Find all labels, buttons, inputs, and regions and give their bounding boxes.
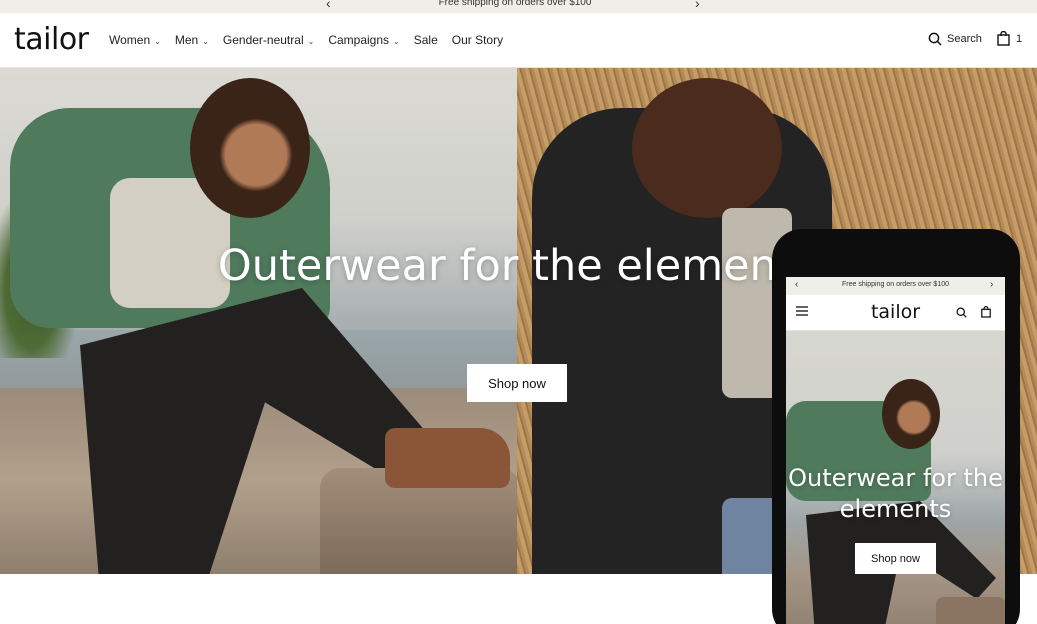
chevron-down-icon: ⌄ — [154, 36, 161, 46]
nav-label: Men — [174, 33, 199, 47]
mobile-announcement-text: Free shipping on orders over $100 — [841, 281, 949, 288]
search-label: Search — [947, 33, 982, 45]
mobile-hero-title: Outerwear for the elements — [788, 464, 1003, 523]
search-icon — [928, 32, 942, 46]
shop-now-button[interactable]: Shop now — [467, 364, 567, 402]
nav-label: Our Story — [451, 33, 504, 47]
logo[interactable]: tailor — [14, 22, 89, 57]
site-header: tailor Women ⌄ Men ⌄ Gender-neutral ⌄ Ca… — [0, 13, 1037, 68]
chevron-down-icon: ⌄ — [393, 36, 400, 46]
nav-item-gender-neutral[interactable]: Gender-neutral ⌄ — [223, 33, 314, 47]
mobile-announcement-bar: ‹ Free shipping on orders over $100 › — [786, 277, 1005, 295]
nav-label: Women — [109, 33, 151, 47]
phone-mockup: ‹ Free shipping on orders over $100 › ta… — [772, 229, 1020, 624]
chevron-right-icon[interactable]: › — [695, 0, 700, 10]
model-head-shape — [632, 78, 782, 218]
chevron-right-icon[interactable]: › — [990, 279, 993, 290]
announcement-text: Free shipping on orders over $100 — [438, 0, 592, 8]
model-head-shape — [190, 78, 310, 218]
nav-item-our-story[interactable]: Our Story — [452, 33, 503, 47]
nav-label: Gender-neutral — [222, 33, 304, 47]
main-nav: Women ⌄ Men ⌄ Gender-neutral ⌄ Campaigns… — [109, 33, 517, 47]
shopping-bag-icon — [997, 31, 1010, 46]
search-button[interactable]: Search — [928, 32, 982, 46]
model-head-shape — [882, 379, 940, 449]
search-icon[interactable] — [956, 307, 967, 318]
nav-label: Sale — [413, 33, 438, 47]
shopping-bag-icon[interactable] — [981, 306, 991, 318]
cart-button[interactable]: 1 — [997, 31, 1022, 46]
phone-screen: ‹ Free shipping on orders over $100 › ta… — [786, 277, 1005, 624]
boot-shape — [385, 428, 510, 488]
mobile-logo[interactable]: tailor — [786, 301, 1005, 323]
nav-item-sale[interactable]: Sale — [414, 33, 438, 47]
nav-item-campaigns[interactable]: Campaigns ⌄ — [328, 33, 399, 47]
mobile-header: tailor — [786, 295, 1005, 331]
hero-image-left — [0, 68, 520, 574]
chevron-down-icon: ⌄ — [307, 36, 315, 46]
mobile-shop-now-button[interactable]: Shop now — [855, 543, 936, 574]
cart-count: 1 — [1016, 32, 1023, 45]
mobile-hero: Outerwear for the elements Shop now — [786, 331, 1005, 624]
nav-label: Campaigns — [328, 33, 390, 47]
driftwood-shape — [936, 597, 1005, 624]
chevron-down-icon: ⌄ — [202, 36, 209, 46]
nav-item-women[interactable]: Women ⌄ — [109, 33, 161, 47]
announcement-bar: ‹ Free shipping on orders over $100 › — [0, 0, 1037, 13]
nav-item-men[interactable]: Men ⌄ — [175, 33, 209, 47]
